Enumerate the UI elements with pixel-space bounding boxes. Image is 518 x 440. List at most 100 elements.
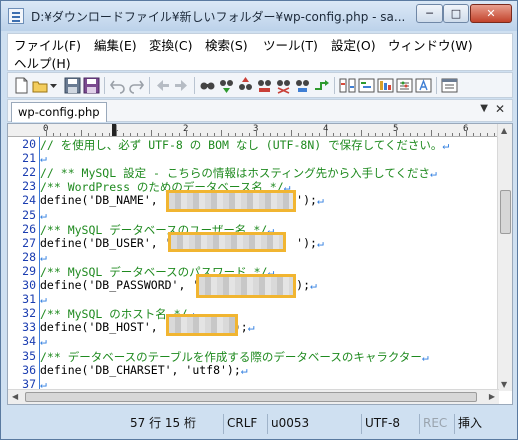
toolbar xyxy=(7,72,513,98)
ruler-tick xyxy=(249,133,250,136)
menu-edit[interactable]: 編集(E) xyxy=(94,35,137,54)
title-bar[interactable]: D:¥ダウンロードファイル¥新しいフォルダー¥wp-config.php - s… xyxy=(1,1,517,31)
line-number: 35 xyxy=(22,348,36,363)
ruler-tick xyxy=(291,130,292,136)
font-icon[interactable] xyxy=(415,77,432,94)
tab-close-icon[interactable]: ✕ xyxy=(495,102,505,116)
code-line[interactable]: ↵ xyxy=(40,208,47,222)
ruler-tick xyxy=(431,130,432,136)
open-icon[interactable] xyxy=(32,77,49,94)
dropdown-icon[interactable] xyxy=(49,77,58,94)
line-number: 36 xyxy=(22,362,36,377)
redacted-db-host xyxy=(166,314,238,336)
ruler-tick xyxy=(151,130,152,136)
ruler-tick xyxy=(242,133,243,136)
menu-search[interactable]: 検索(S) xyxy=(205,35,248,54)
scroll-down-icon[interactable]: ▼ xyxy=(501,380,507,389)
replace-icon[interactable] xyxy=(256,77,273,94)
ruler-tick xyxy=(389,133,390,136)
jump-icon[interactable] xyxy=(313,77,330,94)
vertical-scrollbar[interactable]: ▲ ▼ xyxy=(497,124,512,391)
maximize-button[interactable]: □ xyxy=(443,4,469,23)
horizontal-scroll-thumb[interactable] xyxy=(25,392,477,402)
code-line[interactable]: ↵ xyxy=(40,292,47,306)
settings-icon[interactable] xyxy=(396,77,413,94)
ruler-tick xyxy=(81,130,82,136)
menu-help[interactable]: ヘルプ(H) xyxy=(14,53,71,72)
line-number: 33 xyxy=(22,320,36,335)
forward-icon[interactable] xyxy=(173,77,190,94)
close-button[interactable]: ✕ xyxy=(470,4,512,23)
ruler-tick xyxy=(452,133,453,136)
code-line[interactable]: // を使用し、必ず UTF-8 の BOM なし (UTF-8N) で保存して… xyxy=(40,137,449,153)
code-line[interactable]: ↵ xyxy=(40,151,47,165)
compare-icon[interactable] xyxy=(339,77,356,94)
newline-marker-icon: ↵ xyxy=(429,166,437,181)
ruler-tick xyxy=(60,133,61,136)
status-insert-mode[interactable]: 挿入 xyxy=(454,414,485,434)
save-all-icon[interactable] xyxy=(83,77,100,94)
newline-marker-icon: ↵ xyxy=(40,207,47,222)
status-newline[interactable]: CRLF xyxy=(223,414,260,434)
ruler-tick xyxy=(109,133,110,136)
code-line-text: // ** MySQL 設定 - こちらの情報はホスティング先から入手してくださ xyxy=(40,166,430,181)
vertical-scroll-thumb[interactable] xyxy=(500,190,511,234)
code-line[interactable]: ↵ xyxy=(40,250,47,264)
macro-icon[interactable] xyxy=(377,77,394,94)
ruler-tick xyxy=(375,133,376,136)
horizontal-scrollbar[interactable]: ◀ ▶ xyxy=(8,389,499,404)
menu-window[interactable]: ウィンドウ(W) xyxy=(388,35,473,54)
menu-convert[interactable]: 変換(C) xyxy=(149,35,192,54)
outline-icon[interactable] xyxy=(358,77,375,94)
ruler-tick xyxy=(123,133,124,136)
mark-icon[interactable] xyxy=(294,77,311,94)
save-icon[interactable] xyxy=(64,77,81,94)
ruler-origin xyxy=(8,124,39,136)
find-prev-icon[interactable] xyxy=(237,77,254,94)
code-line[interactable]: define('DB_CHARSET', 'utf8');↵ xyxy=(40,363,248,377)
menu-settings[interactable]: 設定(O) xyxy=(331,35,376,54)
ruler-tick xyxy=(158,133,159,136)
code-line-text: // を使用し、必ず UTF-8 の BOM なし (UTF-8N) で保存して… xyxy=(40,138,443,152)
find-next-icon[interactable] xyxy=(218,77,235,94)
window-list-icon[interactable] xyxy=(441,77,458,94)
menu-file[interactable]: ファイル(F) xyxy=(14,35,81,54)
status-bar: 57 行 15 桁 CRLF u0053 UTF-8 REC 挿入 xyxy=(1,408,517,439)
scroll-up-icon[interactable]: ▲ xyxy=(501,126,507,135)
tab-list-arrow-icon[interactable]: ▼ xyxy=(480,103,488,114)
newline-marker-icon: ↵ xyxy=(421,349,429,364)
find-icon[interactable] xyxy=(199,77,216,94)
ruler-tick xyxy=(277,133,278,136)
ruler-tick xyxy=(368,133,369,136)
ruler-tick xyxy=(144,133,145,136)
scroll-right-icon[interactable]: ▶ xyxy=(489,392,495,401)
status-encoding[interactable]: UTF-8 xyxy=(361,414,403,434)
code-line[interactable]: ↵ xyxy=(40,334,47,348)
text-editor[interactable]: 0 1 2 3 4 5 6 20212223242526272829303132… xyxy=(7,123,513,405)
ruler-tick xyxy=(424,133,425,136)
app-icon[interactable] xyxy=(8,8,24,24)
back-icon[interactable] xyxy=(154,77,171,94)
scroll-left-icon[interactable]: ◀ xyxy=(12,392,18,401)
redo-icon[interactable] xyxy=(128,77,145,94)
newline-marker-icon: ↵ xyxy=(310,278,317,292)
new-file-icon[interactable] xyxy=(13,77,30,94)
ruler-tick xyxy=(46,130,47,136)
ruler-tick xyxy=(382,133,383,136)
grep-icon[interactable] xyxy=(275,77,292,94)
tab-wp-config[interactable]: wp-config.php xyxy=(11,102,107,122)
ruler-tick xyxy=(221,130,222,136)
ruler-tick xyxy=(263,133,264,136)
ruler-tick xyxy=(494,133,495,136)
menu-tools[interactable]: ツール(T) xyxy=(263,35,318,54)
editor-window: D:¥ダウンロードファイル¥新しいフォルダー¥wp-config.php - s… xyxy=(0,0,518,440)
ruler-tick xyxy=(347,133,348,136)
minimize-button[interactable]: ─ xyxy=(416,4,443,23)
status-rec[interactable]: REC xyxy=(419,414,450,434)
ruler-tick xyxy=(340,133,341,136)
ruler-tick xyxy=(284,133,285,136)
line-number: 24 xyxy=(22,193,36,208)
undo-icon[interactable] xyxy=(109,77,126,94)
ruler-tick xyxy=(95,133,96,136)
ruler-tick xyxy=(473,133,474,136)
